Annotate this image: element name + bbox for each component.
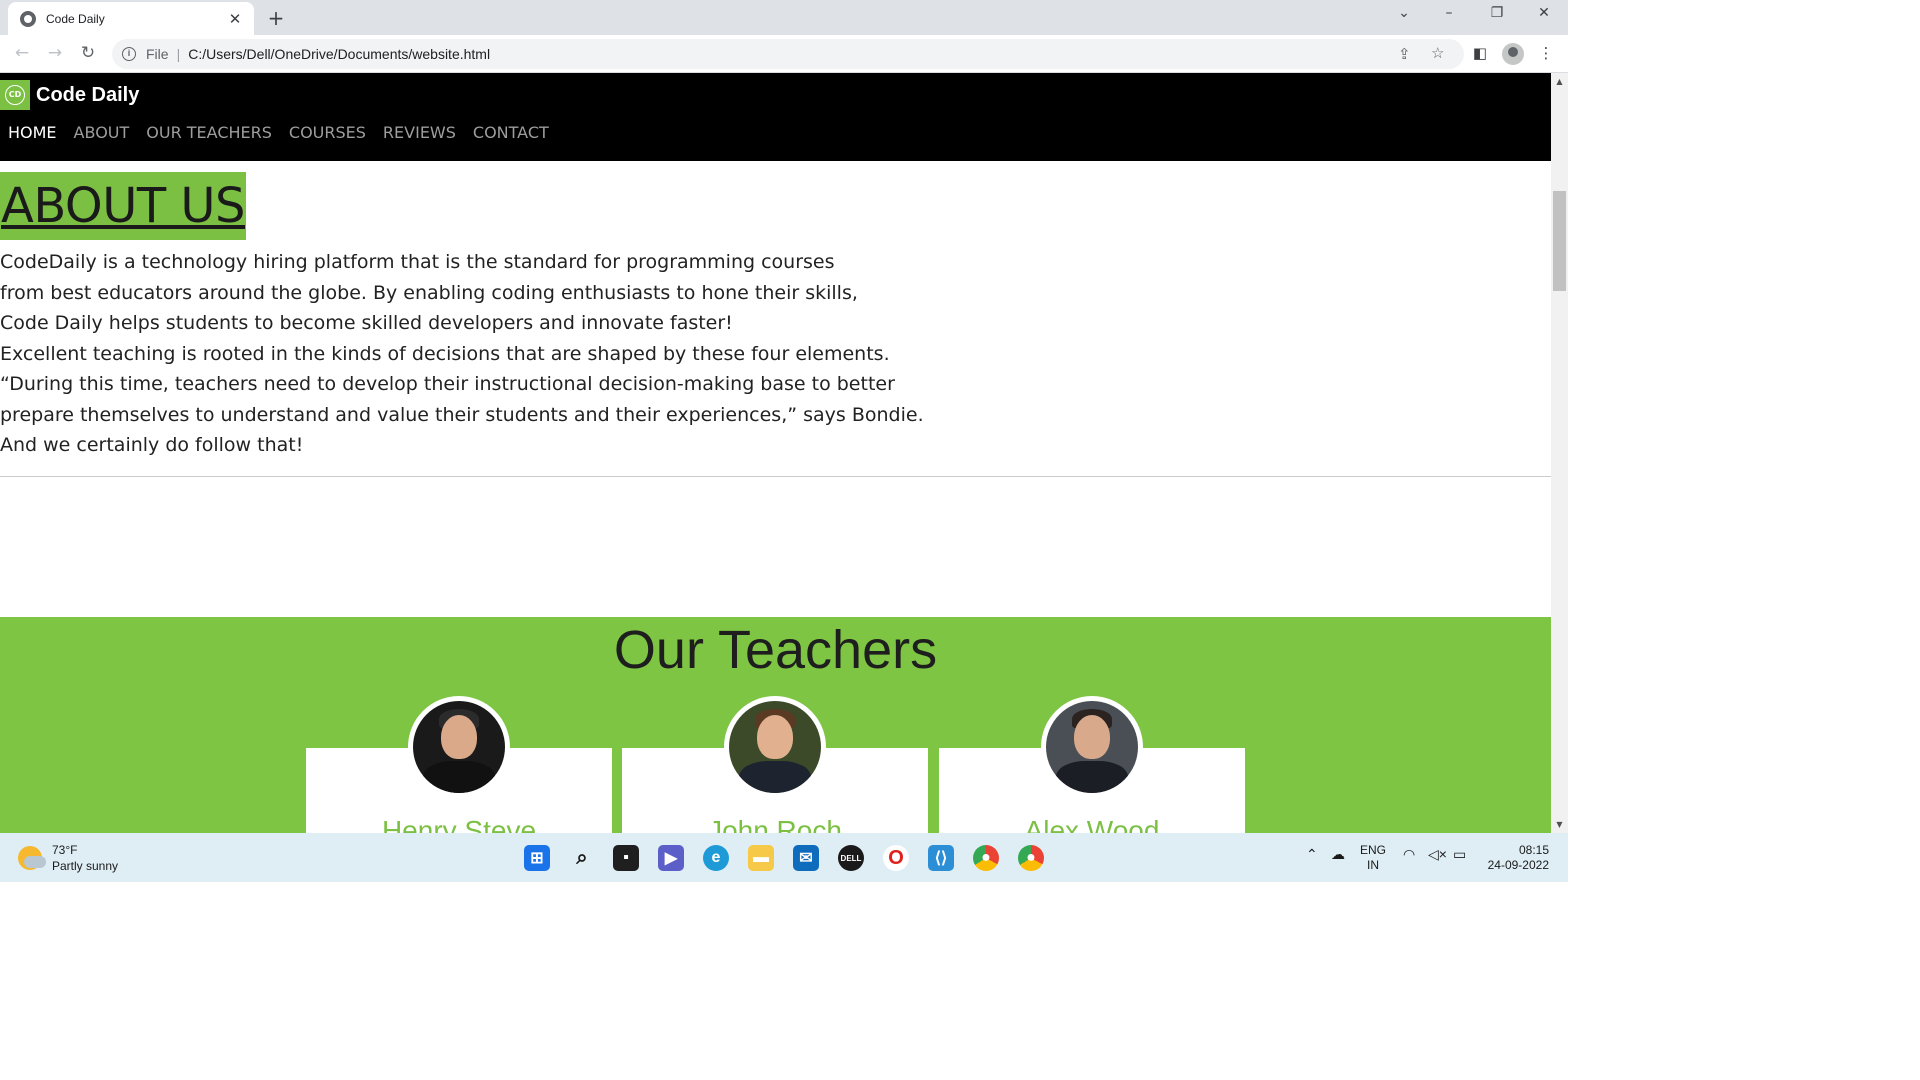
temperature: 73°F	[52, 843, 78, 857]
chevron-up-icon[interactable]: ⌃	[1306, 847, 1318, 862]
nav-home[interactable]: HOME	[8, 123, 57, 142]
minimize-button[interactable]: –	[1434, 5, 1464, 21]
volume-muted-icon[interactable]: ◁×	[1428, 847, 1447, 862]
weather-condition: Partly sunny	[52, 859, 119, 873]
back-arrow-icon[interactable]: ←	[12, 43, 32, 63]
scrollbar-thumb[interactable]	[1553, 191, 1566, 291]
browser-toolbar: ← → ↻ i File | C:/Users/Dell/OneDrive/Do…	[0, 35, 1568, 73]
dell-icon[interactable]: DELL	[838, 845, 864, 871]
about-line: And we certainly do follow that!	[0, 434, 304, 456]
browser-tab-strip: Code Daily ✕ + ⌄ – ❐ ✕	[0, 0, 1568, 35]
page-scrollbar[interactable]: ▲ ▼	[1551, 73, 1568, 833]
nav-about[interactable]: ABOUT	[74, 123, 130, 142]
teacher-name: John Roch	[708, 815, 842, 833]
section-divider	[0, 476, 1551, 477]
url-scheme-label: File	[146, 46, 169, 62]
brand[interactable]: CD Code Daily	[0, 80, 139, 110]
about-line: prepare themselves to understand and val…	[0, 403, 924, 426]
about-heading: ABOUT US	[0, 172, 247, 240]
battery-icon[interactable]: ▭	[1453, 847, 1466, 862]
windows-taskbar: 73°F Partly sunny ⊞ ⌕ ▪ ▶ e ▬ ✉ DELL O ⟨…	[0, 833, 1568, 882]
chat-icon[interactable]: ▶	[658, 845, 684, 871]
tab-title: Code Daily	[46, 11, 105, 26]
url-separator: |	[176, 46, 181, 62]
lang-bottom: IN	[1367, 858, 1379, 872]
wifi-icon[interactable]: ◠	[1403, 847, 1415, 862]
teacher-photo	[1041, 696, 1143, 798]
start-icon[interactable]: ⊞	[524, 845, 550, 871]
tab-search-icon[interactable]: ⌄	[1389, 5, 1419, 21]
globe-icon	[20, 10, 36, 27]
language-indicator[interactable]: ENG IN	[1360, 843, 1386, 873]
close-tab-icon[interactable]: ✕	[226, 10, 244, 28]
side-panel-icon[interactable]: ◧	[1470, 44, 1490, 62]
file-explorer-icon[interactable]: ▬	[748, 845, 774, 871]
nav-our-teachers[interactable]: OUR TEACHERS	[146, 123, 272, 142]
partly-sunny-icon	[18, 846, 46, 870]
reload-icon[interactable]: ↻	[78, 43, 98, 63]
weather-widget[interactable]: 73°F Partly sunny	[18, 842, 118, 874]
about-line: Excellent teaching is rooted in the kind…	[0, 342, 890, 365]
about-paragraph: CodeDaily is a technology hiring platfor…	[0, 247, 924, 461]
about-line: Code Daily helps students to become skil…	[0, 312, 733, 334]
about-line: “During this time, teachers need to deve…	[0, 373, 895, 395]
nav-contact[interactable]: CONTACT	[473, 123, 549, 142]
chrome-icon[interactable]: ●	[973, 845, 999, 871]
share-icon[interactable]: ⇪	[1398, 45, 1411, 63]
mail-icon[interactable]: ✉	[793, 845, 819, 871]
address-bar[interactable]: i File | C:/Users/Dell/OneDrive/Document…	[112, 39, 1464, 69]
url-text[interactable]: C:/Users/Dell/OneDrive/Documents/website…	[188, 46, 490, 62]
profile-avatar-icon[interactable]	[1502, 43, 1524, 65]
onedrive-cloud-icon[interactable]: ☁	[1331, 847, 1345, 862]
logo-text: CD	[5, 85, 25, 105]
menu-dots-icon[interactable]: ⋮	[1536, 44, 1556, 62]
teachers-section: Our Teachers Henry Steve John Roch Alex …	[0, 617, 1551, 833]
task-view-icon[interactable]: ▪	[613, 845, 639, 871]
teacher-photo	[408, 696, 510, 798]
nav-menu: HOME ABOUT OUR TEACHERS COURSES REVIEWS …	[8, 123, 549, 142]
about-line: from best educators around the globe. By…	[0, 281, 858, 304]
scroll-up-icon[interactable]: ▲	[1551, 77, 1568, 86]
teacher-name: Alex Wood	[1024, 815, 1160, 833]
nav-courses[interactable]: COURSES	[289, 123, 366, 142]
search-icon[interactable]: ⌕	[569, 845, 595, 871]
opera-icon[interactable]: O	[883, 845, 909, 871]
clock[interactable]: 08:15 24-09-2022	[1483, 843, 1549, 873]
brand-name: Code Daily	[36, 83, 140, 106]
restore-button[interactable]: ❐	[1482, 5, 1512, 21]
clock-time: 08:15	[1518, 843, 1549, 857]
about-line: CodeDaily is a technology hiring platfor…	[0, 251, 835, 273]
forward-arrow-icon[interactable]: →	[45, 43, 65, 63]
close-window-button[interactable]: ✕	[1529, 5, 1559, 21]
new-tab-button[interactable]: +	[266, 6, 286, 30]
brand-logo-icon: CD	[0, 80, 30, 110]
teacher-photo	[724, 696, 826, 798]
chrome-profile-icon[interactable]: ●	[1018, 845, 1044, 871]
info-icon[interactable]: i	[122, 47, 136, 61]
lang-top: ENG	[1360, 843, 1387, 857]
nav-reviews[interactable]: REVIEWS	[383, 123, 456, 142]
page-viewport: CD Code Daily HOME ABOUT OUR TEACHERS CO…	[0, 73, 1551, 833]
scroll-down-icon[interactable]: ▼	[1551, 820, 1568, 829]
browser-tab[interactable]: Code Daily ✕	[8, 2, 254, 35]
teacher-name: Henry Steve	[381, 815, 537, 833]
edge-icon[interactable]: e	[703, 845, 729, 871]
site-navbar: CD Code Daily HOME ABOUT OUR TEACHERS CO…	[0, 73, 1551, 161]
teachers-heading: Our Teachers	[613, 620, 938, 680]
bookmark-star-icon[interactable]: ☆	[1431, 44, 1444, 62]
clock-date: 24-09-2022	[1487, 858, 1549, 872]
vscode-icon[interactable]: ⟨⟩	[928, 845, 954, 871]
